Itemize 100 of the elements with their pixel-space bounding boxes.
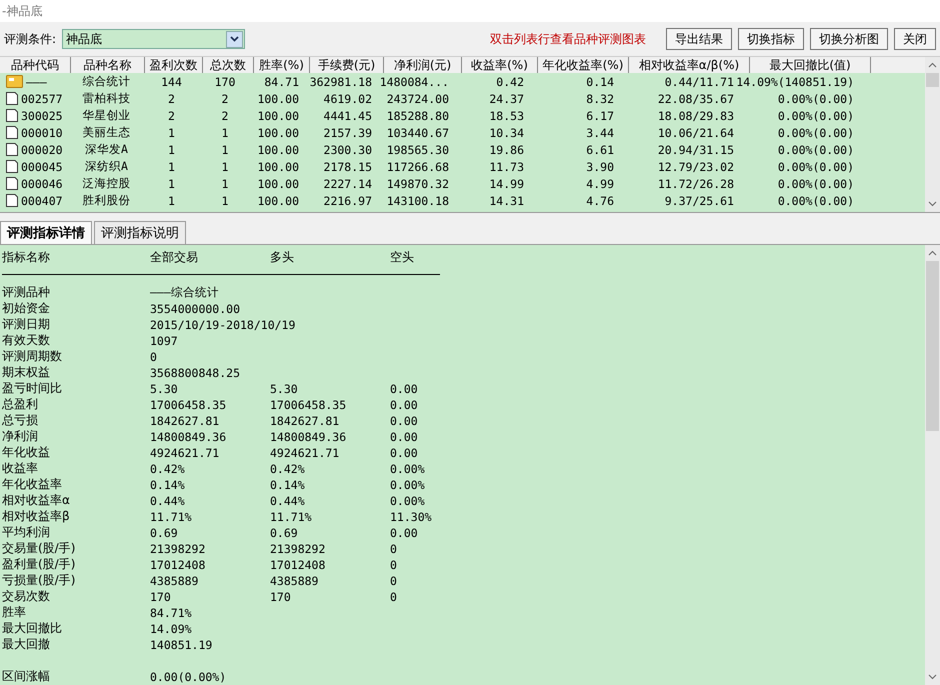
metric-value: 0.14% [150,478,186,492]
table-cell: 2216.97 [324,194,372,208]
metric-name: 胜率 [2,604,27,621]
metric-value: 0.00 [390,526,419,540]
table-cell: 4441.45 [324,108,372,122]
table-cell: 000046 [21,176,63,190]
metric-name: 盈利量(股/手) [2,556,76,573]
metric-value: 170 [150,590,172,604]
scroll-up-icon[interactable] [928,62,937,68]
table-cell: 002577 [21,92,63,106]
metric-value: 0.00% [390,494,426,508]
metric-value: 5.30 [150,382,179,396]
window-title: -神品底 [2,2,42,20]
condition-dropdown[interactable]: 神品底 [62,29,246,49]
scroll-thumb[interactable] [926,73,939,87]
table-cell: 84.71 [264,74,299,88]
table-cell: 198565.30 [386,142,449,156]
table-cell: 综合统计 [82,74,130,89]
metric-value: 0.00 [390,398,419,412]
metric-value: 0.44% [150,494,186,508]
metric-value: 0.00 [390,446,419,460]
table-cell: 100.00 [257,92,299,106]
table-cell: 泛海控股 [82,176,130,191]
table-cell: 1480084... [380,74,449,88]
table-cell: 1 [222,176,228,190]
table-cell: 20.94/31.15 [658,142,734,156]
table-cell: 雷柏科技 [82,91,130,106]
metric-value: 0.14% [270,478,306,492]
scroll-up-icon[interactable] [928,250,937,256]
tab[interactable]: 评测指标说明 [94,221,186,244]
scroll-down-icon[interactable] [928,201,937,207]
table-cell: 19.86 [489,142,524,156]
metric-name: 总盈利 [2,396,39,413]
metric-value: 17012408 [150,558,206,572]
table-cell: 362981.18 [310,74,372,88]
metric-value: 84.71% [150,606,193,620]
table-cell: 117266.68 [386,160,449,174]
metric-value: 0.00(0.00%) [150,670,228,684]
table-cell: 22.08/35.67 [658,92,734,106]
metric-value: 14800849.36 [270,430,348,444]
scroll-thumb[interactable] [926,261,939,431]
table-cell: 14.99 [489,176,524,190]
toolbar-button[interactable]: 切换指标 [738,28,804,50]
column-header: 指标名称 [2,249,51,266]
metric-value: 21398292 [150,542,206,556]
scroll-down-icon[interactable] [928,674,937,680]
table-cell: 0.44/11.71 [664,74,734,88]
page-icon [6,177,18,190]
metric-name: 最大回撤 [2,636,51,653]
scrollbar[interactable] [925,245,940,685]
metric-value: 140851.19 [150,638,214,652]
table-cell: 000045 [21,160,63,174]
table-cell: 6.61 [586,142,614,156]
table-cell: 6.17 [586,108,614,122]
metric-value: 4385889 [270,574,320,588]
table-cell: 243724.00 [386,92,449,106]
table-cell: 100.00 [257,176,299,190]
table-cell: 100.00 [257,194,299,208]
tab[interactable]: 评测指标详情 [0,221,92,244]
table-cell: 10.34 [489,126,524,140]
table-cell: ——— [26,74,47,88]
table-cell: 0.00%(0.00) [778,126,854,140]
table-cell: 美丽生态 [82,125,130,140]
table-cell: 2227.14 [324,176,372,190]
column-header: 多头 [270,249,295,266]
metric-name: 评测周期数 [2,348,63,365]
table-cell: 100.00 [257,142,299,156]
metric-value: 1842627.81 [150,414,220,428]
scrollbar[interactable] [925,57,940,212]
metric-value: 14.09% [150,622,193,636]
metric-value: 17006458.35 [270,398,348,412]
metric-value: 11.71% [150,510,193,524]
metric-value: ———综合统计 [150,285,220,300]
table-cell: 170 [214,74,236,88]
table-cell: 1 [168,194,175,208]
table-cell: 100.00 [257,126,299,140]
table-cell: 4.99 [586,176,614,190]
page-icon [6,160,18,173]
page-icon [6,126,18,139]
metric-value: 11.71% [270,510,313,524]
toolbar-button[interactable]: 导出结果 [666,28,732,50]
table-cell: 11.73 [489,160,524,174]
table-cell: 1 [222,142,228,156]
metric-name: 初始资金 [2,300,51,317]
metric-value: 0.42% [270,462,306,476]
table-cell: 0.42 [496,74,524,88]
metric-value: 0.44% [270,494,306,508]
table-cell: 000010 [21,126,63,140]
toolbar-button[interactable]: 关闭 [894,28,936,50]
metric-value: 0 [390,558,398,572]
metric-value: 0 [390,574,398,588]
metric-value: 3568800848.25 [150,366,242,380]
page-icon [6,194,18,207]
table-cell: 0.14 [586,74,614,88]
metric-name: 期末权益 [2,364,51,381]
metric-name: 最大回撤比 [2,620,63,637]
table-cell: 300025 [21,108,63,122]
metric-value: 0.42% [150,462,186,476]
metric-name: 交易量(股/手) [2,540,76,557]
toolbar-button[interactable]: 切换分析图 [810,28,888,50]
